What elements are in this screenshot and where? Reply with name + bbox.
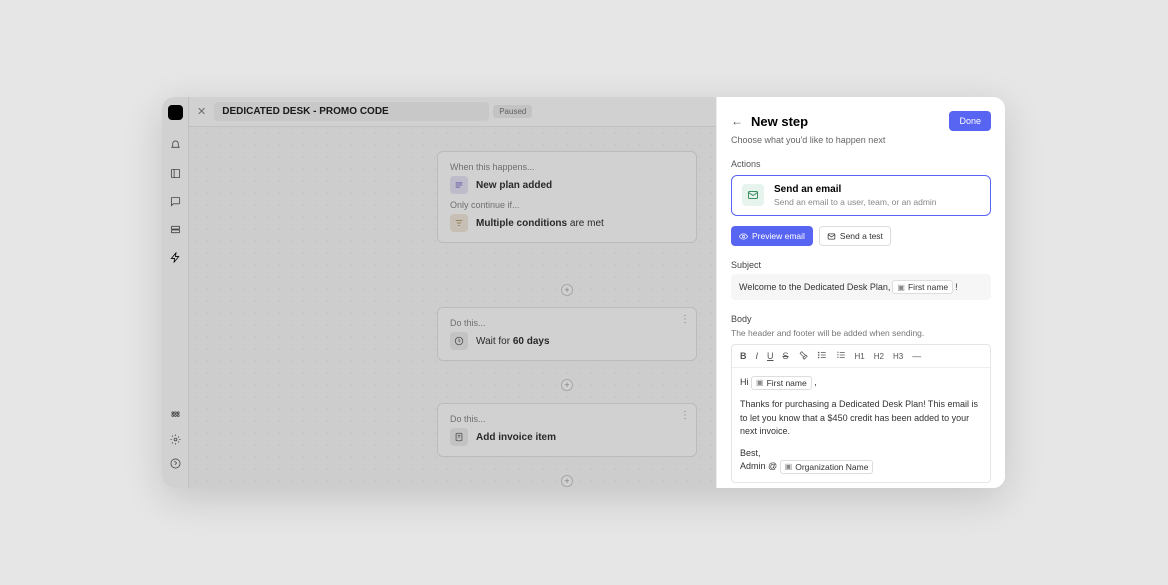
preview-email-button[interactable]: Preview email bbox=[731, 226, 813, 246]
ordered-list-icon[interactable] bbox=[836, 350, 846, 362]
send-test-button[interactable]: Send a test bbox=[819, 226, 891, 246]
subject-label: Subject bbox=[731, 260, 991, 270]
clock-icon bbox=[450, 332, 468, 350]
card-menu-icon[interactable]: ⋮ bbox=[680, 314, 690, 325]
panel-subtitle: Choose what you'd like to happen next bbox=[731, 135, 991, 145]
variable-token[interactable]: ▣Organization Name bbox=[780, 460, 874, 474]
flow-canvas[interactable]: When this happens... New plan added Only… bbox=[189, 127, 716, 488]
trigger-text: New plan added bbox=[476, 180, 552, 191]
editor-toolbar: B I U S H1 H2 H3 — bbox=[732, 345, 990, 368]
status-badge: Paused bbox=[493, 105, 532, 118]
variable-token[interactable]: ▣First name bbox=[751, 376, 812, 390]
plan-icon bbox=[450, 176, 468, 194]
back-icon[interactable]: ← bbox=[731, 114, 743, 128]
add-step-plus[interactable]: + bbox=[561, 475, 573, 487]
app-logo[interactable] bbox=[168, 105, 183, 120]
workflow-title[interactable]: DEDICATED DESK - PROMO CODE bbox=[214, 102, 489, 121]
invoice-icon bbox=[450, 428, 468, 446]
italic-icon[interactable]: I bbox=[756, 351, 759, 361]
body-note: The header and footer will be added when… bbox=[731, 328, 991, 338]
strike-icon[interactable]: S bbox=[783, 351, 789, 361]
step-panel: ← New step Done Choose what you'd like t… bbox=[716, 97, 1005, 488]
actions-label: Actions bbox=[731, 159, 991, 169]
bell-icon[interactable] bbox=[168, 138, 182, 152]
add-step-plus[interactable]: + bbox=[561, 284, 573, 296]
h3-icon[interactable]: H3 bbox=[893, 352, 903, 361]
editor-content[interactable]: Hi ▣First name , Thanks for purchasing a… bbox=[732, 368, 990, 482]
divider-icon[interactable]: — bbox=[912, 351, 921, 361]
step-label: Do this... bbox=[450, 318, 684, 328]
underline-icon[interactable]: U bbox=[767, 351, 774, 361]
automation-icon[interactable] bbox=[168, 250, 182, 264]
trigger-card[interactable]: When this happens... New plan added Only… bbox=[437, 151, 697, 243]
bold-icon[interactable]: B bbox=[740, 351, 747, 361]
h1-icon[interactable]: H1 bbox=[855, 352, 865, 361]
panel-title: New step bbox=[751, 114, 949, 129]
close-icon[interactable]: ✕ bbox=[197, 105, 206, 118]
gear-icon[interactable] bbox=[168, 432, 182, 446]
add-step-plus[interactable]: + bbox=[561, 379, 573, 391]
subject-input[interactable]: Welcome to the Dedicated Desk Plan, ▣Fir… bbox=[731, 274, 991, 300]
wait-text: Wait for 60 days bbox=[476, 336, 550, 347]
done-button[interactable]: Done bbox=[949, 111, 991, 131]
wait-card[interactable]: ⋮ Do this... Wait for 60 days bbox=[437, 307, 697, 361]
step-label: Do this... bbox=[450, 414, 684, 424]
action-title: Send an email bbox=[774, 184, 937, 195]
trigger-label: When this happens... bbox=[450, 162, 684, 172]
apps-icon[interactable] bbox=[168, 408, 182, 422]
help-icon[interactable] bbox=[168, 456, 182, 470]
card-menu-icon[interactable]: ⋮ bbox=[680, 410, 690, 421]
condition-text: Multiple conditions are met bbox=[476, 218, 604, 229]
topbar: ✕ DEDICATED DESK - PROMO CODE Paused bbox=[189, 97, 716, 127]
left-nav-rail bbox=[162, 97, 189, 488]
chat-icon[interactable] bbox=[168, 194, 182, 208]
body-editor: B I U S H1 H2 H3 — Hi ▣First name , Than… bbox=[731, 344, 991, 483]
action-desc: Send an email to a user, team, or an adm… bbox=[774, 197, 937, 207]
condition-label: Only continue if... bbox=[450, 200, 684, 210]
highlight-icon[interactable] bbox=[798, 350, 808, 362]
body-label: Body bbox=[731, 314, 991, 324]
bullet-list-icon[interactable] bbox=[817, 350, 827, 362]
invoice-text: Add invoice item bbox=[476, 432, 556, 443]
layout-icon[interactable] bbox=[168, 166, 182, 180]
cards-icon[interactable] bbox=[168, 222, 182, 236]
invoice-card[interactable]: ⋮ Do this... Add invoice item bbox=[437, 403, 697, 457]
variable-token[interactable]: ▣First name bbox=[892, 280, 953, 294]
filter-icon bbox=[450, 214, 468, 232]
action-send-email[interactable]: Send an email Send an email to a user, t… bbox=[731, 175, 991, 216]
mail-icon bbox=[742, 184, 764, 206]
h2-icon[interactable]: H2 bbox=[874, 352, 884, 361]
